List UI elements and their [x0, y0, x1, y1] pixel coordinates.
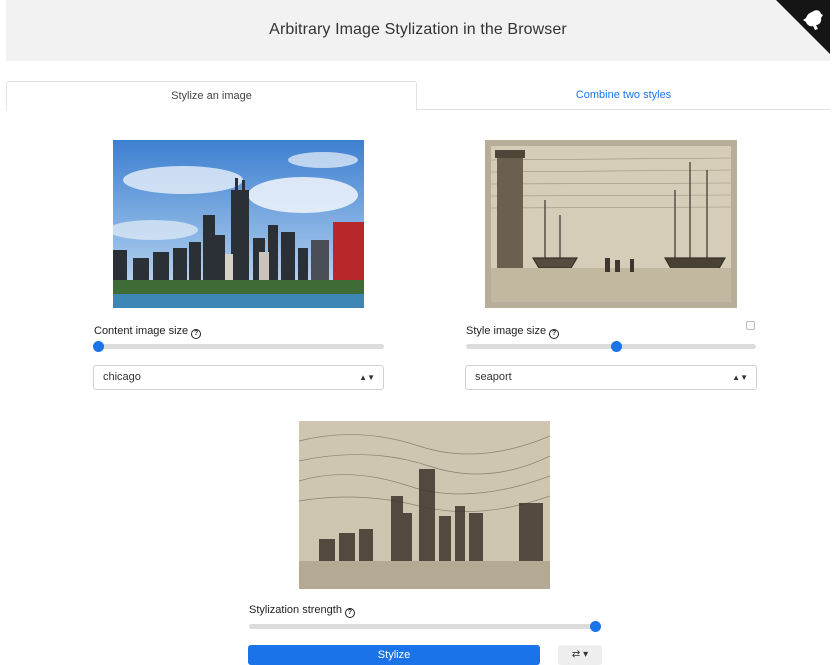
select-arrows-icon: ▲▼	[732, 373, 748, 382]
content-size-slider-thumb[interactable]	[93, 341, 104, 352]
style-size-slider[interactable]	[466, 341, 756, 352]
tab-bar: Stylize an image Combine two styles	[6, 81, 830, 111]
app-header: Arbitrary Image Stylization in the Brows…	[6, 0, 830, 61]
content-size-text: Content image size	[94, 325, 189, 337]
page-title: Arbitrary Image Stylization in the Brows…	[269, 21, 567, 38]
stylize-button[interactable]: Stylize	[248, 645, 540, 665]
style-size-slider-thumb[interactable]	[611, 341, 622, 352]
select-arrows-icon: ▲▼	[359, 373, 375, 382]
style-image	[485, 140, 737, 308]
stylized-result-image	[299, 421, 550, 589]
github-corner-link[interactable]	[776, 0, 830, 54]
strength-slider-thumb[interactable]	[590, 621, 601, 632]
help-icon[interactable]: ?	[191, 329, 202, 339]
style-checkbox[interactable]	[746, 321, 755, 330]
style-image-select[interactable]: seaport ▲▼	[465, 365, 757, 390]
help-icon[interactable]: ?	[344, 608, 355, 618]
tab-stylize-image[interactable]: Stylize an image	[6, 81, 417, 111]
style-size-text: Style image size	[466, 325, 547, 337]
content-image	[113, 140, 364, 308]
shuffle-dropdown-button[interactable]: ⇄ ▾	[558, 645, 602, 665]
style-select-value: seaport	[475, 371, 512, 383]
help-icon[interactable]: ?	[549, 329, 560, 339]
strength-text: Stylization strength	[249, 604, 342, 616]
strength-slider[interactable]	[249, 621, 601, 632]
content-size-slider[interactable]	[93, 341, 384, 352]
strength-label: Stylization strength?	[249, 604, 355, 618]
style-size-label: Style image size?	[466, 325, 560, 339]
content-size-label: Content image size?	[94, 325, 202, 339]
github-icon	[776, 0, 830, 54]
content-image-select[interactable]: chicago ▲▼	[93, 365, 384, 390]
tab-combine-styles[interactable]: Combine two styles	[417, 81, 830, 110]
content-select-value: chicago	[103, 371, 141, 383]
